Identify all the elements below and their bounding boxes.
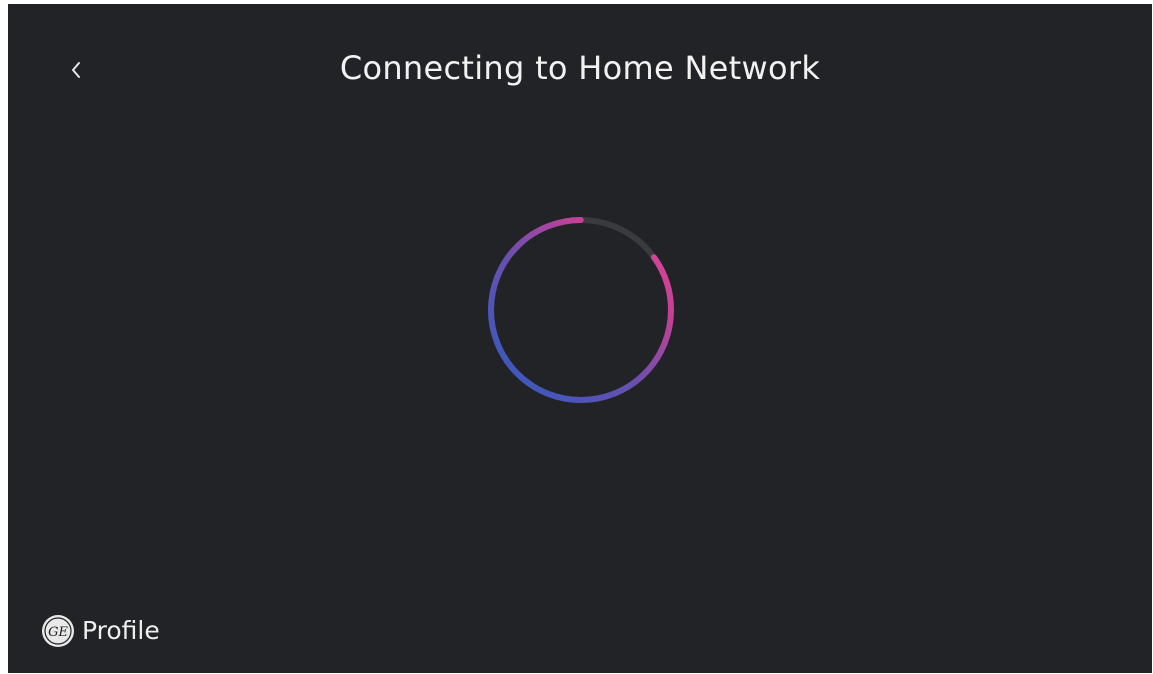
ge-monogram-logo: GE [42,615,74,647]
brand-name: Profile [82,616,160,645]
page-title: Connecting to Home Network [339,49,821,87]
svg-text:GE: GE [48,625,68,640]
connecting-screen: Connecting to Home Network GE Profile [8,4,1152,673]
brand-footer: GE Profile [41,613,160,649]
loading-spinner-icon [488,217,674,403]
